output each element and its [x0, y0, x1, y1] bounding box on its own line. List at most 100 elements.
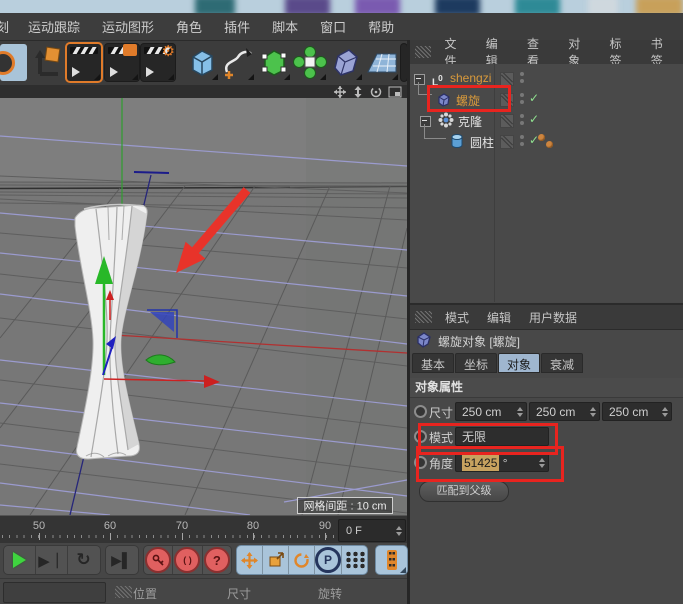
material-tag-icon[interactable]	[546, 141, 553, 148]
cylinder-icon	[450, 133, 464, 149]
play-forward-button[interactable]: ▶｜	[35, 546, 67, 574]
am-menu-edit[interactable]: 编辑	[478, 309, 520, 326]
visibility-dots[interactable]	[520, 114, 525, 128]
timeline-ruler[interactable]: 50 60 70 80 90 0 F	[0, 515, 407, 544]
menu-help[interactable]: 帮助	[357, 17, 405, 36]
autokey-help-button[interactable]: ?	[202, 546, 231, 574]
tab-object[interactable]: 对象	[498, 353, 540, 373]
deformer-icon	[329, 44, 363, 81]
viewport-pan-icon[interactable]	[334, 86, 346, 98]
key-scale-toggle[interactable]	[262, 546, 288, 574]
field-row-size: 尺寸 250 cm 250 cm 250 cm	[410, 401, 683, 423]
coordinate-values-box[interactable]	[3, 582, 106, 603]
active-tool-button[interactable]	[0, 44, 27, 81]
blur-block	[588, 0, 618, 13]
background-window-strip	[0, 0, 683, 13]
cloner-icon	[293, 44, 327, 81]
visibility-dots[interactable]	[520, 135, 525, 149]
transport-bar: ▶｜ ↻ ▶▌ ( ) ?	[0, 543, 407, 578]
keying-selection-button[interactable]	[341, 546, 367, 574]
render-settings-button[interactable]: ⚙	[141, 44, 175, 81]
primitive-cube-button[interactable]	[185, 44, 219, 81]
viewport-zoom-icon[interactable]	[352, 86, 364, 98]
tab-coordinates[interactable]: 坐标	[455, 353, 497, 373]
cube-icon	[185, 44, 219, 81]
tab-basic[interactable]: 基本	[412, 353, 454, 373]
spinner[interactable]	[660, 403, 669, 420]
attribute-manager-menubar: 模式 编辑 用户数据	[410, 303, 683, 330]
viewport-maximize-icon[interactable]	[388, 86, 402, 98]
key-position-toggle[interactable]	[237, 546, 262, 574]
record-keyframe-button[interactable]	[144, 546, 172, 574]
key-radio-icon[interactable]	[414, 405, 427, 418]
size-z-input[interactable]: 250 cm	[602, 402, 672, 421]
enabled-check-icon[interactable]: ✓	[529, 112, 539, 126]
current-frame-field[interactable]: 0 F	[338, 519, 406, 542]
picture-glyph	[123, 44, 137, 56]
key-rotation-toggle[interactable]	[288, 546, 314, 574]
render-view-button[interactable]	[67, 44, 101, 81]
spinner[interactable]	[515, 403, 524, 420]
panel-grip-icon[interactable]	[415, 46, 431, 58]
attribute-title-row: 螺旋对象 [螺旋]	[410, 327, 683, 352]
size-y-input[interactable]: 250 cm	[529, 402, 600, 421]
loop-button[interactable]: ↻	[67, 546, 99, 574]
annotation-box-spiral	[427, 85, 511, 112]
am-menu-userdata[interactable]: 用户数据	[520, 309, 586, 326]
object-label[interactable]: 克隆	[458, 113, 482, 130]
play-glyph	[72, 67, 80, 77]
gear-icon: ⚙	[162, 42, 175, 60]
material-tag-icon[interactable]	[538, 134, 545, 141]
menu-character[interactable]: 角色	[165, 17, 213, 36]
match-to-parent-button[interactable]: 匹配到父级	[419, 481, 509, 502]
goto-end-button[interactable]: ▶▌	[106, 546, 137, 574]
visibility-dots[interactable]	[520, 72, 525, 86]
layer-swatch[interactable]	[500, 114, 514, 128]
viewport-3d[interactable]: 网格间距 : 10 cm	[0, 98, 407, 515]
floor-icon	[365, 44, 399, 81]
menu-plugins[interactable]: 插件	[213, 17, 261, 36]
axis-mode-button[interactable]	[31, 44, 65, 81]
floor-environment-button[interactable]	[365, 44, 399, 81]
deformer-button[interactable]	[329, 44, 363, 81]
green-cube-icon	[257, 44, 291, 81]
play-glyph	[110, 67, 118, 77]
panel-grip-icon[interactable]	[415, 311, 432, 323]
layer-swatch[interactable]	[500, 135, 514, 149]
object-row-cloner[interactable]: 克隆 ✓	[410, 110, 683, 131]
expand-toggle-icon[interactable]	[420, 116, 431, 127]
object-label[interactable]: 圆柱	[470, 134, 494, 151]
enabled-check-icon[interactable]: ✓	[529, 91, 539, 105]
autokey-position-button[interactable]: ( )	[172, 546, 201, 574]
viewport-rotate-icon[interactable]	[370, 86, 382, 98]
render-picture-viewer-button[interactable]	[105, 44, 139, 81]
key-parameter-toggle[interactable]: P	[314, 546, 341, 574]
viewport-scene: 网格间距 : 10 cm	[0, 98, 407, 515]
menu-mograph[interactable]: 运动图形	[91, 17, 165, 36]
panel-grip-icon[interactable]	[115, 586, 132, 598]
timeline-window-button[interactable]	[376, 546, 407, 574]
menu-sculpt[interactable]: 刻	[0, 17, 17, 36]
tab-falloff[interactable]: 衰减	[541, 353, 583, 373]
attribute-title: 螺旋对象 [螺旋]	[438, 333, 520, 350]
mograph-cloner-button[interactable]	[293, 44, 327, 81]
coordinate-manager: 位置 尺寸 旋转	[0, 578, 407, 604]
play-button[interactable]	[4, 546, 35, 574]
menu-script[interactable]: 脚本	[261, 17, 309, 36]
menu-motion-tracking[interactable]: 运动跟踪	[17, 17, 91, 36]
object-row-cylinder[interactable]: 圆柱 ✓	[410, 131, 683, 152]
spinner[interactable]	[394, 520, 403, 541]
visibility-dots[interactable]	[520, 93, 525, 107]
expand-toggle-icon[interactable]	[414, 74, 425, 85]
object-label[interactable]: shengzi	[450, 71, 491, 85]
subdivision-surface-button[interactable]	[257, 44, 291, 81]
spiral-object-icon	[415, 331, 432, 348]
menu-window[interactable]: 窗口	[309, 17, 357, 36]
section-object-properties: 对象属性	[410, 378, 683, 398]
grid-spacing-badge: 网格间距 : 10 cm	[298, 498, 393, 514]
spinner[interactable]	[588, 403, 597, 420]
spline-pen-button[interactable]	[221, 44, 255, 81]
layer-swatch[interactable]	[500, 72, 514, 86]
am-menu-mode[interactable]: 模式	[436, 309, 478, 326]
size-x-input[interactable]: 250 cm	[455, 402, 527, 421]
